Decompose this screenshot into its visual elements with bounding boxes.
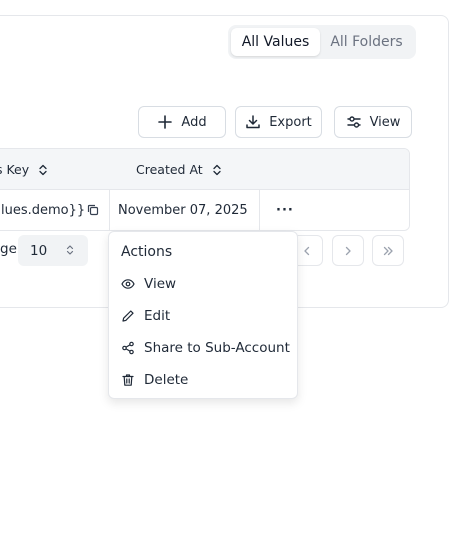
share-icon bbox=[122, 341, 134, 355]
table-header: s Key Created At bbox=[0, 149, 409, 190]
more-icon: ··· bbox=[276, 202, 294, 218]
plus-icon bbox=[158, 115, 173, 129]
rows-per-page-select[interactable]: 10 bbox=[18, 235, 88, 266]
export-button-label: Export bbox=[269, 114, 312, 130]
trash-icon bbox=[122, 374, 134, 386]
menu-item-label: Edit bbox=[144, 308, 171, 324]
created-at-value: November 07, 2025 bbox=[118, 202, 248, 218]
next-page-button[interactable] bbox=[332, 235, 364, 266]
add-button[interactable]: Add bbox=[138, 106, 226, 138]
download-icon bbox=[246, 115, 260, 129]
export-button[interactable]: Export bbox=[235, 106, 322, 138]
column-header-created-at-label: Created At bbox=[136, 162, 203, 177]
column-divider bbox=[109, 190, 110, 230]
tab-all-folders[interactable]: All Folders bbox=[320, 28, 413, 56]
created-at-cell: November 07, 2025 bbox=[118, 190, 248, 230]
tab-all-values[interactable]: All Values bbox=[231, 28, 320, 56]
chevron-updown-icon bbox=[66, 245, 74, 255]
key-value: alues.demo}} bbox=[0, 202, 86, 218]
menu-item-label: Share to Sub-Account bbox=[144, 340, 290, 356]
chevron-left-icon bbox=[304, 246, 310, 255]
pencil-icon bbox=[122, 310, 134, 322]
menu-item-view[interactable]: View bbox=[109, 270, 299, 298]
rows-per-page-value: 10 bbox=[30, 242, 48, 259]
column-header-key-label: s Key bbox=[0, 162, 30, 177]
menu-item-label: View bbox=[144, 276, 177, 292]
sort-icon bbox=[39, 164, 47, 175]
column-header-key[interactable]: s Key bbox=[0, 149, 48, 190]
menu-item-label: Delete bbox=[144, 372, 189, 388]
column-header-created-at[interactable]: Created At bbox=[136, 149, 222, 190]
rows-per-page-label: ge bbox=[0, 241, 17, 257]
last-page-button[interactable] bbox=[372, 235, 404, 266]
row-actions-button[interactable]: ··· bbox=[276, 190, 294, 230]
view-toggle: All Values All Folders bbox=[228, 25, 416, 59]
menu-title: Actions bbox=[121, 244, 173, 260]
chevron-right-icon bbox=[345, 246, 351, 255]
add-button-label: Add bbox=[181, 114, 207, 130]
menu-item-edit[interactable]: Edit bbox=[109, 302, 299, 330]
sliders-icon bbox=[346, 116, 361, 128]
copy-icon bbox=[87, 204, 99, 216]
row-actions-menu: Actions View Edit Share to Sub-Account D… bbox=[108, 231, 298, 399]
menu-item-share-sub-account[interactable]: Share to Sub-Account bbox=[109, 334, 299, 362]
copy-button[interactable] bbox=[87, 190, 99, 230]
values-table: s Key Created At alues.demo}} November 0… bbox=[0, 148, 410, 231]
chevrons-right-icon bbox=[383, 246, 393, 255]
view-options-label: View bbox=[369, 114, 401, 130]
sort-icon bbox=[213, 164, 221, 175]
table-row: alues.demo}} November 07, 2025 ··· bbox=[0, 190, 409, 230]
menu-item-delete[interactable]: Delete bbox=[109, 366, 299, 394]
key-cell: alues.demo}} bbox=[0, 190, 85, 230]
eye-icon bbox=[121, 279, 135, 289]
column-divider bbox=[259, 190, 260, 230]
view-options-button[interactable]: View bbox=[334, 106, 412, 138]
